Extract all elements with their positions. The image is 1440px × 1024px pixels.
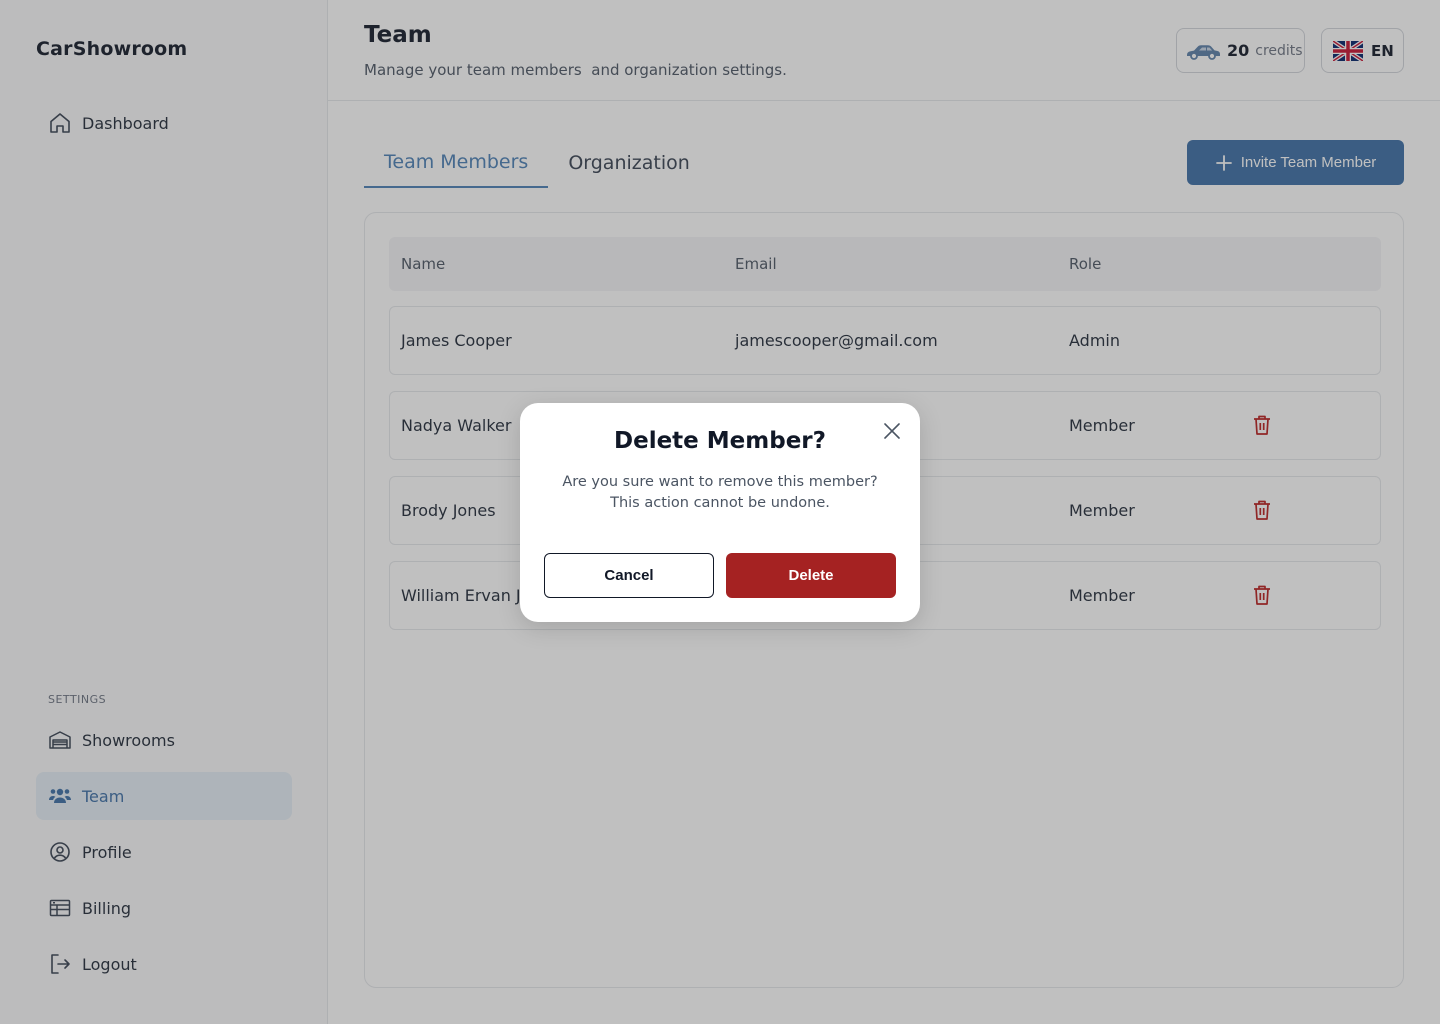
cancel-button[interactable]: Cancel xyxy=(544,553,714,598)
app-root: CarShowroom Dashboard SETTINGS Showrooms… xyxy=(0,0,1440,1024)
close-icon[interactable] xyxy=(880,419,904,443)
dialog-message-line-1: Are you sure want to remove this member? xyxy=(562,474,878,490)
delete-member-dialog: Delete Member? Are you sure want to remo… xyxy=(520,403,920,622)
dialog-message-line-2: This action cannot be undone. xyxy=(610,495,830,511)
dialog-title: Delete Member? xyxy=(614,428,826,454)
delete-button[interactable]: Delete xyxy=(726,553,896,598)
dialog-message: Are you sure want to remove this member?… xyxy=(550,472,890,514)
